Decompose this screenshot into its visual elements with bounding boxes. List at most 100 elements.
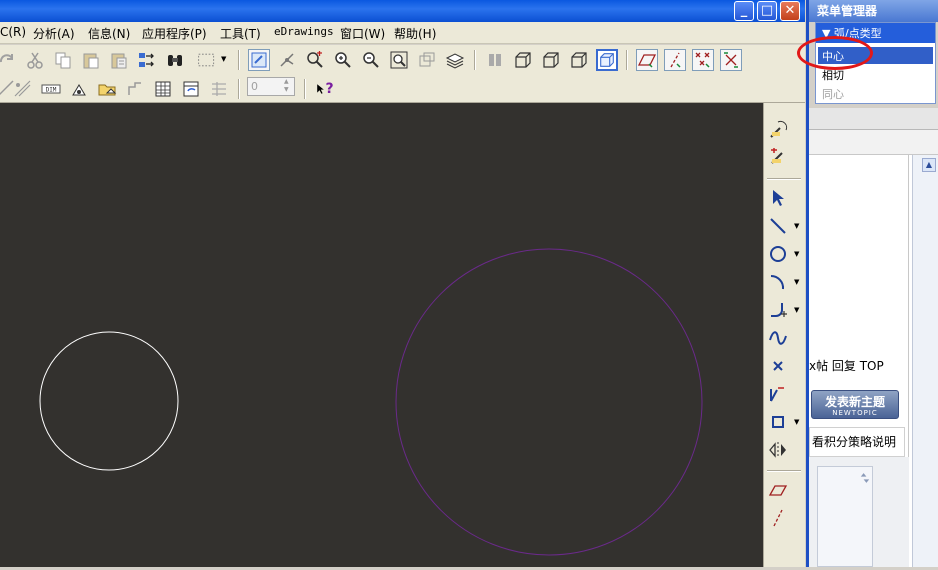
paste-special-icon[interactable] <box>108 49 130 71</box>
point-tool-icon[interactable] <box>766 354 790 378</box>
toolbar-separator <box>304 79 306 99</box>
toolbar-separator <box>767 470 801 472</box>
menu-bar: C(R) 分析(A) 信息(N) 应用程序(P) 工具(T) eDrawings… <box>0 22 805 44</box>
layers-icon[interactable] <box>444 49 466 71</box>
toolbar-separator <box>626 50 628 70</box>
close-button[interactable]: ✕ <box>780 1 800 21</box>
menu-item-applications[interactable]: 应用程序(P) <box>142 25 207 42</box>
wire-display-icon[interactable] <box>568 49 590 71</box>
maximize-button[interactable]: □ <box>757 1 777 21</box>
spline-tool-icon[interactable] <box>766 326 790 350</box>
repaint-icon[interactable] <box>248 49 270 71</box>
axis-tool-icon[interactable] <box>766 506 790 530</box>
refit-icon[interactable] <box>388 49 410 71</box>
toolbar-separator <box>238 79 240 99</box>
toolbar-separator <box>767 178 801 180</box>
zoom-in-icon[interactable] <box>332 49 354 71</box>
chevron-down-icon[interactable]: ▼ <box>794 278 799 286</box>
redo-icon[interactable] <box>0 49 18 71</box>
small-circle[interactable] <box>39 331 179 471</box>
cut-icon[interactable] <box>24 49 46 71</box>
dimension-tool-icon[interactable] <box>766 438 790 462</box>
post-reply-top-links[interactable]: x帖 回复 TOP <box>809 357 884 374</box>
sketch-setup-icon[interactable] <box>766 145 790 169</box>
chevron-down-icon[interactable]: ▼ <box>794 306 799 314</box>
line-tool-icon[interactable] <box>766 214 790 238</box>
chevron-down-icon[interactable]: ▼ <box>794 250 799 258</box>
orient-icon[interactable] <box>276 49 298 71</box>
menu-item-r[interactable]: C(R) <box>0 25 26 39</box>
new-topic-label: 发表新主题 <box>824 395 885 409</box>
coordinate-sys-tool-icon[interactable] <box>766 382 790 406</box>
chevron-down-icon[interactable]: ▼ <box>794 222 799 230</box>
open-folder-icon[interactable] <box>96 78 118 100</box>
menu-item-edrawings[interactable]: eDrawings <box>274 25 334 38</box>
dimension-icon[interactable]: DIM <box>40 78 62 100</box>
sort-arrows-icon[interactable] <box>858 471 872 485</box>
arc-point-type-header[interactable]: ▼ 弧/点类型 <box>816 23 935 43</box>
graphics-canvas[interactable] <box>0 103 763 567</box>
help-question-mark: ? <box>325 81 334 97</box>
background-webpage: ▲ x帖 回复 TOP 发表新主题 NEWTOPIC 看积分策略说明 <box>809 108 938 567</box>
saved-views-icon[interactable] <box>416 49 438 71</box>
no-hidden-icon[interactable] <box>540 49 562 71</box>
webpage-toolbar <box>809 130 938 155</box>
paste-icon[interactable] <box>80 49 102 71</box>
webpage-tab-strip <box>809 108 938 130</box>
table-icon[interactable] <box>152 78 174 100</box>
selection-filter-icon[interactable] <box>194 49 220 71</box>
fillet-tool-icon[interactable] <box>766 298 790 322</box>
chevron-down-icon[interactable]: ▼ <box>794 418 799 426</box>
option-center[interactable]: 中心 <box>818 47 933 64</box>
large-circle[interactable] <box>395 248 703 556</box>
coordinate-system-icon[interactable] <box>720 49 742 71</box>
copy-icon[interactable] <box>52 49 74 71</box>
hidden-line-icon[interactable] <box>512 49 534 71</box>
whats-this-help-icon[interactable]: ? <box>312 78 338 100</box>
regenerate-icon[interactable] <box>136 49 158 71</box>
main-toolbar: ▼ <box>0 45 805 74</box>
minimize-button[interactable]: _ <box>734 1 754 21</box>
table-update-icon[interactable] <box>180 78 202 100</box>
plane-tool-icon[interactable] <box>766 478 790 502</box>
spin-center-icon[interactable] <box>304 49 326 71</box>
scroll-up-icon[interactable]: ▲ <box>922 158 936 172</box>
option-tangent[interactable]: 相切 <box>822 67 844 83</box>
option-concentric: 同心 <box>822 88 844 101</box>
wireframe-icon[interactable] <box>484 49 506 71</box>
toolbar-separator <box>474 50 476 70</box>
stepper-arrows-icon[interactable]: ▲ ▼ <box>284 78 289 94</box>
sketch-geometry <box>39 248 703 556</box>
select-arrow-icon[interactable] <box>766 186 790 210</box>
menu-manager-title: 菜单管理器 <box>809 0 938 22</box>
assembly-icon[interactable] <box>124 78 146 100</box>
chevron-down-icon[interactable]: ▼ <box>221 55 226 63</box>
arc-point-type-menu: ▼ 弧/点类型 中心 相切 同心 <box>815 22 936 104</box>
menu-item-info[interactable]: 信息(N) <box>88 25 130 42</box>
new-topic-sublabel: NEWTOPIC <box>832 409 878 417</box>
datum-axis-icon[interactable] <box>664 49 686 71</box>
sketch-placement-icon[interactable] <box>766 118 790 142</box>
webpage-inner-panel <box>817 466 873 567</box>
datum-plane-icon[interactable] <box>636 49 658 71</box>
new-topic-button[interactable]: 发表新主题 NEWTOPIC <box>811 390 899 419</box>
table-grid-icon[interactable] <box>208 78 230 100</box>
svg-text:DIM: DIM <box>46 87 57 94</box>
webpage-scrollbar[interactable] <box>912 155 938 567</box>
menu-item-help[interactable]: 帮助(H) <box>394 25 436 42</box>
shading-icon[interactable] <box>596 49 618 71</box>
arc-tool-icon[interactable] <box>766 270 790 294</box>
sketch-toolbar: DIM ▲▼ ? <box>0 74 805 103</box>
datum-point-icon[interactable] <box>692 49 714 71</box>
menu-item-tools[interactable]: 工具(T) <box>220 25 261 42</box>
points-policy-link[interactable]: 看积分策略说明 <box>809 427 905 457</box>
use-edge-tool-icon[interactable] <box>766 410 790 434</box>
mirror-view-icon[interactable] <box>68 78 90 100</box>
hatch-icon[interactable] <box>12 78 34 100</box>
menu-item-analysis[interactable]: 分析(A) <box>33 25 75 42</box>
menu-item-window[interactable]: 窗口(W) <box>340 25 385 42</box>
circle-tool-icon[interactable] <box>766 242 790 266</box>
zoom-out-icon[interactable] <box>360 49 382 71</box>
find-icon[interactable] <box>164 49 186 71</box>
app-title-bar: _ □ ✕ <box>0 0 805 22</box>
